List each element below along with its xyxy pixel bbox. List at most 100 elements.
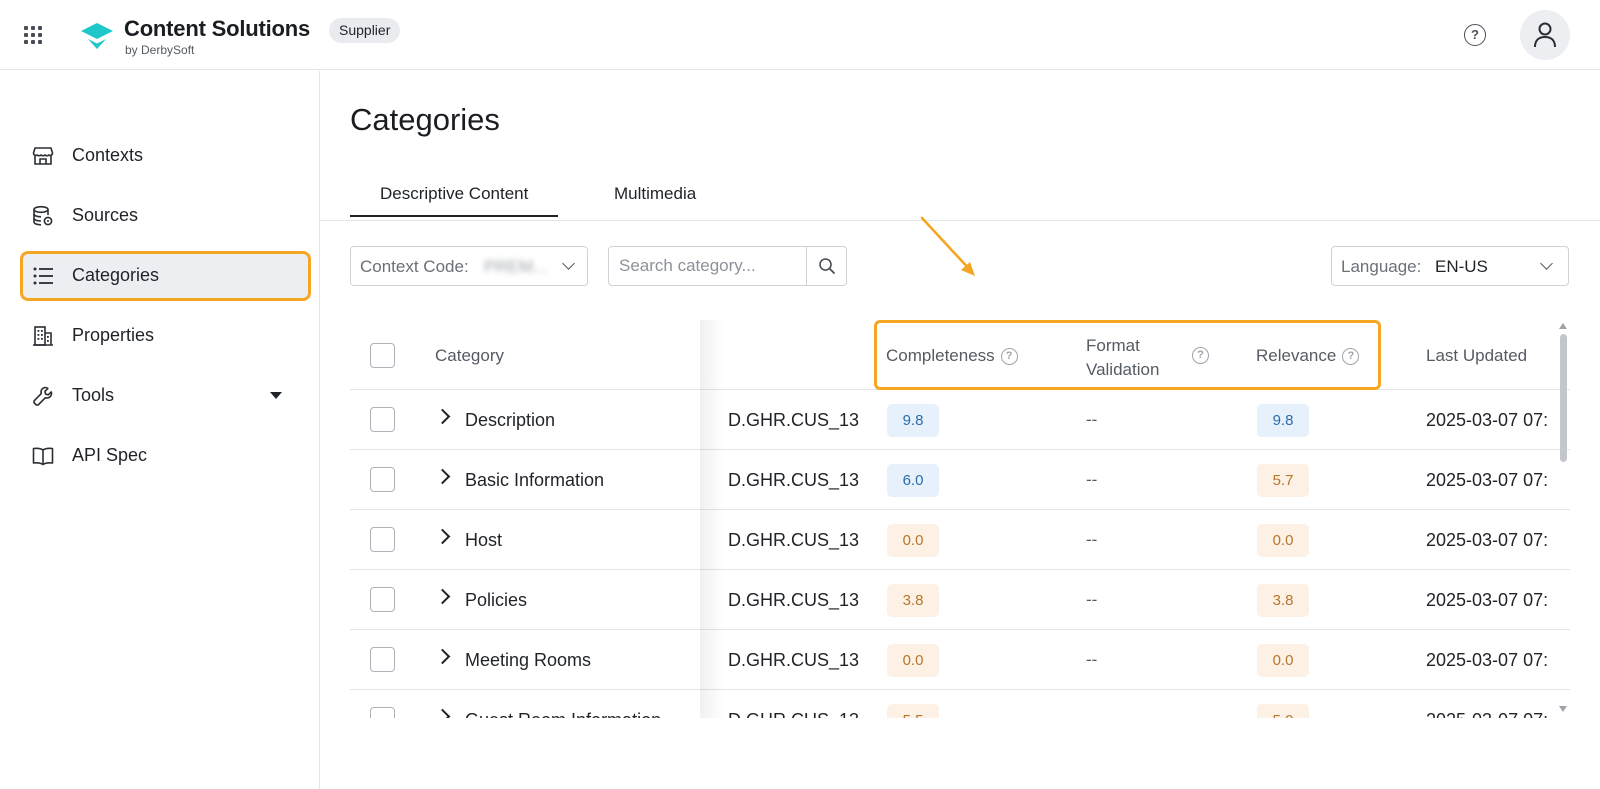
chevron-down-icon	[562, 257, 575, 270]
row-checkbox[interactable]	[370, 527, 395, 552]
format-validation-cell: --	[1086, 590, 1098, 609]
user-avatar[interactable]	[1520, 10, 1570, 60]
table-row[interactable]: Basic Information D.GHR.CUS_13 6.0 -- 5.7 202…	[350, 450, 1570, 510]
page-title: Categories	[350, 102, 500, 137]
scroll-up-icon[interactable]	[1559, 323, 1567, 329]
scroll-down-icon[interactable]	[1559, 706, 1567, 712]
chevron-right-icon[interactable]	[434, 708, 451, 718]
sidebar-item-api-spec[interactable]: API Spec	[20, 431, 311, 481]
context-code-cell: D.GHR.CUS_13	[728, 410, 860, 430]
context-code-cell: D.GHR.CUS_13	[728, 710, 859, 718]
category-name: Guest Room Information	[465, 710, 661, 718]
book-icon	[32, 447, 54, 466]
relevance-score: 5.7	[1257, 464, 1309, 497]
category-search	[608, 246, 847, 286]
sidebar-item-properties[interactable]: Properties	[20, 311, 311, 361]
row-checkbox[interactable]	[370, 407, 395, 432]
chevron-right-icon[interactable]	[434, 588, 451, 605]
header-relevance-label: Relevance	[1256, 346, 1337, 365]
chevron-right-icon[interactable]	[434, 468, 451, 485]
search-button[interactable]	[806, 247, 846, 285]
completeness-score: 0.0	[887, 524, 939, 557]
search-icon	[819, 258, 835, 274]
sidebar-item-categories[interactable]: Categories	[20, 251, 311, 301]
chevron-right-icon[interactable]	[434, 528, 451, 545]
completeness-score: 0.0	[887, 644, 939, 677]
context-code-cell: D.GHR.CUS_13	[728, 530, 860, 550]
table-scrollbar[interactable]	[1557, 320, 1570, 718]
last-updated-cell: 2025-03-07 07:	[1426, 470, 1549, 490]
format-validation-cell: --	[1086, 470, 1098, 489]
header-format-label-line1: Format	[1086, 336, 1140, 355]
category-name: Basic Information	[465, 470, 605, 490]
header-format-label-line2: Validation	[1086, 360, 1160, 379]
table-row[interactable]: Host D.GHR.CUS_13 0.0 -- 0.0 2025-03-07 07:	[350, 510, 1570, 570]
table-row[interactable]: Guest Room Information D.GHR.CUS_13 5.5 -- 5…	[350, 690, 1570, 718]
relevance-score: 3.8	[1257, 584, 1309, 617]
sidebar-item-label: Categories	[72, 265, 160, 285]
user-icon	[1534, 22, 1556, 48]
chevron-right-icon[interactable]	[434, 648, 451, 665]
category-name: Meeting Rooms	[465, 650, 592, 670]
info-icon[interactable]: ?	[1342, 348, 1360, 366]
sidebar-item-contexts[interactable]: Contexts	[20, 131, 311, 181]
header-category[interactable]: Category	[435, 346, 504, 366]
format-validation-cell: --	[1086, 410, 1098, 429]
sidebar-item-tools[interactable]: Tools	[20, 371, 311, 421]
category-name: Policies	[465, 590, 528, 610]
context-code-select[interactable]: Context Code: PREM...	[350, 246, 588, 286]
database-icon	[33, 205, 53, 226]
row-checkbox[interactable]	[370, 707, 395, 718]
search-input[interactable]	[609, 247, 806, 285]
format-validation-cell: --	[1086, 650, 1098, 669]
tab-multimedia[interactable]: Multimedia	[614, 184, 696, 204]
table-row[interactable]: Meeting Rooms D.GHR.CUS_13 0.0 -- 0.0 2025-03…	[350, 630, 1570, 690]
table-row[interactable]: Description D.GHR.CUS_13 9.8 -- 9.8 2025-03-0…	[350, 390, 1570, 450]
category-name: Description	[465, 410, 556, 430]
caret-down-icon[interactable]	[270, 392, 282, 399]
last-updated-cell: 2025-03-07 07:	[1426, 530, 1549, 550]
table-header: Category Completeness? Format Validation…	[350, 320, 1570, 390]
header-completeness-label: Completeness	[886, 346, 995, 365]
language-label: Language:	[1341, 257, 1422, 276]
category-name: Host	[465, 530, 503, 550]
scrollbar-thumb[interactable]	[1560, 334, 1567, 462]
brand-title: Content Solutions	[124, 16, 311, 41]
sidebar-item-label: Contexts	[72, 145, 144, 165]
header-format-validation[interactable]: Format Validation	[1086, 334, 1159, 382]
language-select[interactable]: Language: EN-US	[1331, 246, 1569, 286]
info-icon[interactable]: ?	[1000, 348, 1018, 366]
sidebar-item-label: API Spec	[72, 445, 148, 465]
header-last-updated[interactable]: Last Updated	[1426, 346, 1527, 366]
help-icon[interactable]: ?	[1464, 24, 1486, 46]
row-checkbox[interactable]	[370, 647, 395, 672]
relevance-score: 0.0	[1257, 644, 1309, 677]
info-icon[interactable]: ?	[1192, 347, 1209, 364]
sidebar: Contexts Sources Categories Properties T…	[0, 71, 320, 789]
format-validation-cell: --	[1086, 530, 1098, 549]
relevance-score: 9.8	[1257, 404, 1309, 437]
row-checkbox[interactable]	[370, 467, 395, 492]
sidebar-item-label: Tools	[72, 385, 115, 405]
context-code-cell: D.GHR.CUS_13	[728, 650, 860, 670]
completeness-score: 9.8	[887, 404, 939, 437]
chevron-right-icon[interactable]	[434, 408, 451, 425]
last-updated-cell: 2025-03-07 07:	[1426, 590, 1549, 610]
header-relevance[interactable]: Relevance?	[1256, 346, 1360, 366]
sidebar-item-sources[interactable]: Sources	[20, 191, 311, 241]
table-row[interactable]: Policies D.GHR.CUS_13 3.8 -- 3.8 2025-03-07 0…	[350, 570, 1570, 630]
last-updated-cell: 2025-03-07 07:	[1426, 650, 1549, 670]
relevance-score: 5.0	[1257, 704, 1309, 718]
app-grid-icon[interactable]	[24, 26, 42, 44]
storefront-icon	[32, 147, 54, 165]
relevance-score: 0.0	[1257, 524, 1309, 557]
chevron-down-icon	[1540, 257, 1553, 270]
context-code-cell: D.GHR.CUS_13	[728, 470, 860, 490]
list-icon	[33, 267, 53, 285]
row-checkbox[interactable]	[370, 587, 395, 612]
header-completeness[interactable]: Completeness?	[886, 346, 1018, 366]
tab-descriptive-content[interactable]: Descriptive Content	[350, 184, 559, 217]
context-code-value: PREM...	[484, 257, 548, 276]
format-validation-cell: --	[1086, 710, 1097, 718]
select-all-checkbox[interactable]	[370, 343, 395, 368]
